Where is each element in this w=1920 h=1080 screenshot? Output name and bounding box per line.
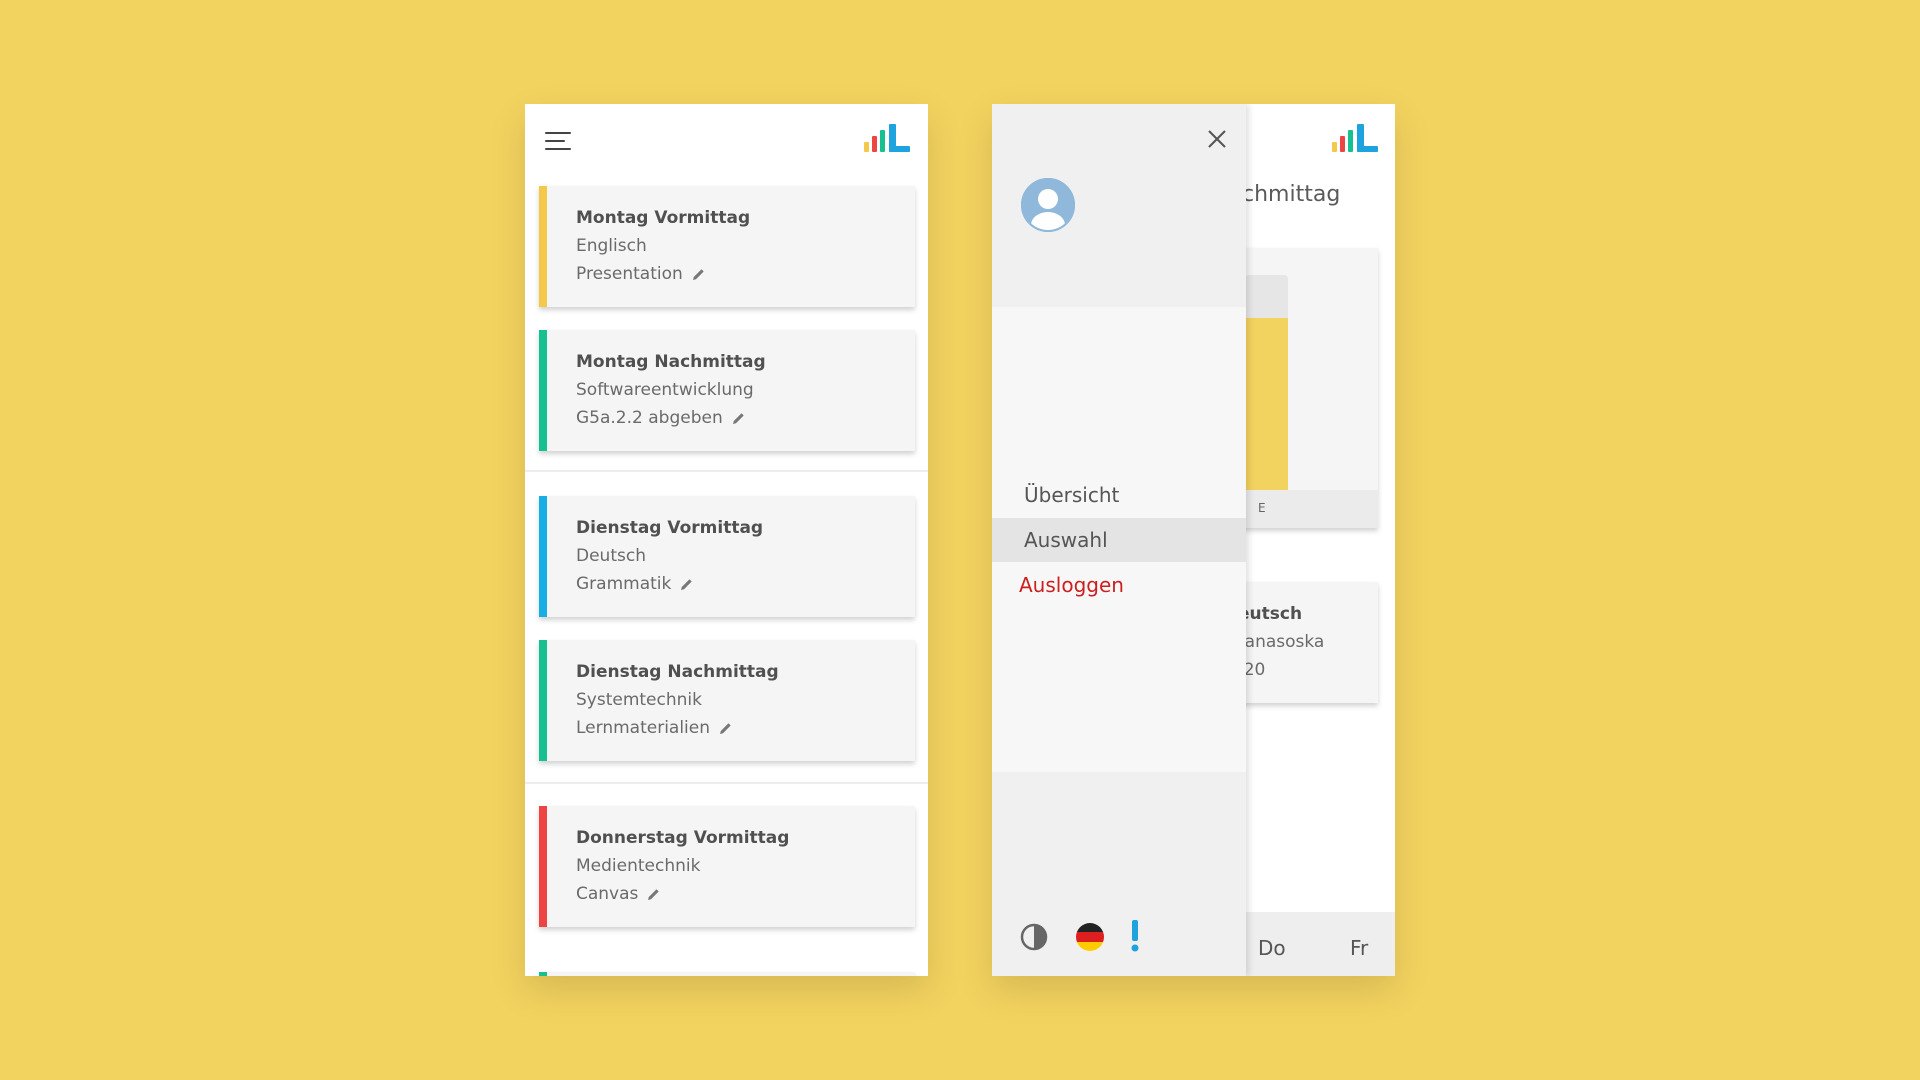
day-color-stripe	[539, 496, 547, 617]
card-task-label: Grammatik	[576, 574, 672, 594]
schedule-card[interactable]: Dienstag Nachmittag Systemtechnik Lernmate…	[539, 640, 915, 761]
schedule-card[interactable]: Montag Nachmittag Softwareentwicklung G5a.…	[539, 330, 915, 451]
menu-item-ausloggen[interactable]: Ausloggen	[992, 563, 1246, 607]
day-divider	[525, 782, 928, 784]
card-task-label: Lernmaterialien	[576, 718, 711, 738]
info-card-teacher: tanasoska	[1238, 632, 1325, 652]
menu-item-label: Ausloggen	[1019, 573, 1124, 597]
pencil-icon[interactable]	[647, 888, 660, 901]
pencil-icon[interactable]	[692, 268, 705, 281]
day-divider	[525, 470, 928, 472]
card-task-label: Canvas	[576, 884, 639, 904]
navigation-drawer: Übersicht Auswahl Ausloggen	[992, 104, 1246, 976]
info-card[interactable]: eutsch tanasoska /20	[1238, 582, 1378, 703]
chart-card[interactable]: E	[1238, 248, 1378, 528]
card-title: Montag Nachmittag	[576, 352, 766, 372]
card-subject: Medientechnik	[576, 856, 701, 876]
chart-bar	[1245, 318, 1288, 490]
pencil-icon[interactable]	[719, 722, 732, 735]
card-subject: Englisch	[576, 236, 647, 256]
pencil-icon[interactable]	[680, 578, 693, 591]
card-title: Donnerstag Vormittag	[576, 828, 790, 848]
card-task: Lernmaterialien	[576, 718, 732, 738]
close-icon[interactable]	[1206, 128, 1228, 150]
card-title: Dienstag Vormittag	[576, 518, 764, 538]
card-task-label: G5a.2.2 abgeben	[576, 408, 723, 428]
menu-item-uebersicht[interactable]: Übersicht	[992, 473, 1246, 517]
card-subject: Deutsch	[576, 546, 646, 566]
schedule-card[interactable]: Donnerstag Vormittag Medientechnik Canvas	[539, 806, 915, 927]
phone-screen-drawer: chmittag E eutsch tanasoska /20 Do Fr Üb…	[992, 104, 1395, 976]
card-subject: Systemtechnik	[576, 690, 702, 710]
card-task: G5a.2.2 abgeben	[576, 408, 745, 428]
day-tab-fr[interactable]: Fr	[1350, 936, 1368, 960]
chart-bar-label: E	[1258, 501, 1266, 515]
bottom-day-nav: Do Fr	[1238, 912, 1395, 976]
day-tab-do[interactable]: Do	[1258, 936, 1286, 960]
day-color-stripe	[539, 186, 547, 307]
info-card-title: eutsch	[1238, 604, 1303, 624]
bar-chart-logo	[1332, 124, 1378, 152]
bar-chart-logo	[864, 124, 910, 152]
german-flag-icon[interactable]	[1075, 922, 1105, 952]
page-title: chmittag	[1242, 182, 1341, 207]
card-task: Grammatik	[576, 574, 693, 594]
chart-bar-track	[1245, 275, 1288, 490]
hamburger-menu-icon[interactable]	[545, 130, 573, 152]
card-subject: Softwareentwicklung	[576, 380, 754, 400]
card-task: Presentation	[576, 264, 705, 284]
day-color-stripe	[539, 972, 547, 976]
schedule-card-partial[interactable]	[539, 972, 915, 976]
day-color-stripe	[539, 330, 547, 451]
user-avatar-icon[interactable]	[1020, 177, 1076, 233]
card-task: Canvas	[576, 884, 660, 904]
contrast-icon[interactable]	[1019, 922, 1049, 952]
card-title: Dienstag Nachmittag	[576, 662, 779, 682]
phone-screen-schedule: Montag Vormittag Englisch Presentation Mont…	[525, 104, 928, 976]
card-task-label: Presentation	[576, 264, 683, 284]
pencil-icon[interactable]	[732, 412, 745, 425]
card-title: Montag Vormittag	[576, 208, 751, 228]
menu-item-label: Übersicht	[1024, 483, 1120, 507]
exclamation-icon[interactable]	[1130, 920, 1140, 952]
schedule-card[interactable]: Montag Vormittag Englisch Presentation	[539, 186, 915, 307]
day-color-stripe	[539, 806, 547, 927]
day-color-stripe	[539, 640, 547, 761]
chart-axis: E	[1238, 490, 1378, 528]
menu-item-label: Auswahl	[1024, 528, 1108, 552]
schedule-card[interactable]: Dienstag Vormittag Deutsch Grammatik	[539, 496, 915, 617]
menu-item-auswahl[interactable]: Auswahl	[992, 518, 1246, 562]
